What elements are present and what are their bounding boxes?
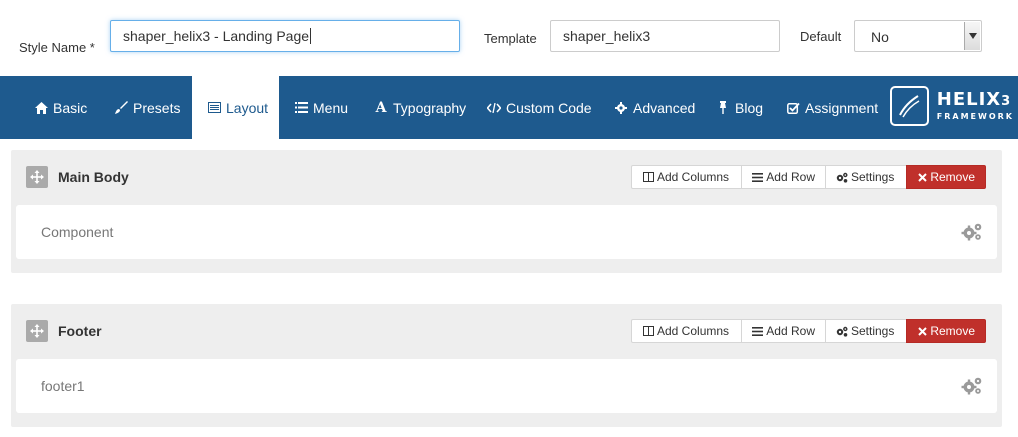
cogs-icon bbox=[836, 325, 848, 337]
tab-custom-code[interactable]: Custom Code bbox=[487, 76, 592, 139]
cog-icon bbox=[614, 101, 628, 115]
add-row-button[interactable]: Add Row bbox=[741, 319, 826, 343]
add-row-label: Add Row bbox=[766, 324, 815, 338]
remove-button[interactable]: Remove bbox=[906, 165, 986, 189]
tab-typography-label: Typography bbox=[393, 99, 467, 116]
tab-presets-label: Presets bbox=[133, 99, 181, 116]
style-name-label: Style Name * bbox=[19, 40, 95, 55]
add-columns-button[interactable]: Add Columns bbox=[631, 165, 742, 189]
tab-custom-code-label: Custom Code bbox=[506, 99, 592, 116]
settings-button[interactable]: Settings bbox=[825, 319, 907, 343]
default-select[interactable]: No bbox=[854, 20, 982, 52]
add-columns-label: Add Columns bbox=[657, 170, 730, 184]
layout-row: footer1 bbox=[16, 359, 997, 413]
pushpin-icon bbox=[716, 101, 730, 115]
tab-basic[interactable]: Basic bbox=[34, 76, 87, 139]
row-label: footer1 bbox=[41, 378, 85, 394]
tab-layout-label: Layout bbox=[226, 99, 269, 116]
paint-brush-icon bbox=[114, 101, 128, 115]
tab-basic-label: Basic bbox=[53, 99, 88, 116]
remove-label: Remove bbox=[930, 170, 975, 184]
template-input[interactable]: shaper_helix3 bbox=[550, 20, 780, 52]
add-columns-label: Add Columns bbox=[657, 324, 730, 338]
section-actions: Add Columns Add Row Settings Remove bbox=[631, 319, 986, 343]
row-settings-cogs-icon[interactable] bbox=[961, 376, 983, 396]
helix-logo: HELIX3 FRAMEWORK bbox=[890, 84, 1014, 128]
tab-blog-label: Blog bbox=[735, 99, 764, 116]
settings-tab-bar: Basic Presets Layout Menu A Typography C… bbox=[0, 76, 1018, 139]
style-name-value: shaper_helix3 - Landing Page bbox=[123, 28, 310, 44]
check-square-icon bbox=[786, 101, 800, 115]
row-settings-cogs-icon[interactable] bbox=[961, 222, 983, 242]
row-label: Component bbox=[41, 224, 114, 240]
remove-button[interactable]: Remove bbox=[906, 319, 986, 343]
font-icon: A bbox=[375, 99, 387, 116]
style-name-input[interactable]: shaper_helix3 - Landing Page bbox=[110, 20, 460, 52]
section-title: Footer bbox=[58, 323, 102, 339]
layout-list-icon bbox=[207, 101, 221, 115]
move-arrows-icon[interactable] bbox=[26, 166, 48, 188]
logo-version: 3 bbox=[1001, 94, 1012, 109]
settings-button[interactable]: Settings bbox=[825, 165, 907, 189]
cogs-icon bbox=[836, 171, 848, 183]
tab-advanced[interactable]: Advanced bbox=[614, 76, 695, 139]
template-label: Template bbox=[484, 31, 537, 46]
add-row-label: Add Row bbox=[766, 170, 815, 184]
tab-typography[interactable]: A Typography bbox=[374, 76, 467, 139]
close-icon bbox=[917, 171, 927, 183]
move-arrows-icon[interactable] bbox=[26, 320, 48, 342]
add-row-button[interactable]: Add Row bbox=[741, 165, 826, 189]
default-label: Default bbox=[800, 29, 842, 44]
tab-menu-label: Menu bbox=[313, 99, 349, 116]
bars-icon bbox=[752, 325, 764, 337]
layout-section-main-body: Main Body Add Columns Add Row Settings R… bbox=[11, 150, 1002, 273]
layout-row: Component bbox=[16, 205, 997, 259]
section-actions: Add Columns Add Row Settings Remove bbox=[631, 165, 986, 189]
tab-blog[interactable]: Blog bbox=[716, 76, 763, 139]
home-icon bbox=[34, 101, 48, 115]
settings-label: Settings bbox=[851, 324, 895, 338]
close-icon bbox=[917, 325, 927, 337]
tab-menu[interactable]: Menu bbox=[294, 76, 348, 139]
code-icon bbox=[487, 101, 501, 115]
section-title: Main Body bbox=[58, 169, 129, 185]
helix-logo-text: HELIX3 FRAMEWORK bbox=[937, 90, 1014, 122]
text-cursor bbox=[310, 28, 312, 44]
add-columns-button[interactable]: Add Columns bbox=[631, 319, 742, 343]
columns-icon bbox=[642, 171, 654, 183]
list-icon bbox=[294, 101, 308, 115]
layout-section-footer: Footer Add Columns Add Row Settings Remo… bbox=[11, 304, 1002, 427]
tab-presets[interactable]: Presets bbox=[114, 76, 180, 139]
columns-icon bbox=[642, 325, 654, 337]
section-header: Main Body Add Columns Add Row Settings R… bbox=[11, 150, 1002, 204]
logo-main-text: HELIX bbox=[936, 89, 1002, 110]
tab-assignment-label: Assignment bbox=[805, 99, 879, 116]
section-header: Footer Add Columns Add Row Settings Remo… bbox=[11, 304, 1002, 358]
tab-advanced-label: Advanced bbox=[633, 99, 696, 116]
tab-layout[interactable]: Layout bbox=[192, 76, 279, 139]
style-form: Style Name * shaper_helix3 - Landing Pag… bbox=[0, 0, 1018, 76]
default-select-value: No bbox=[871, 29, 889, 45]
settings-label: Settings bbox=[851, 170, 895, 184]
helix-logo-mark bbox=[890, 86, 929, 126]
tab-assignment[interactable]: Assignment bbox=[786, 76, 878, 139]
remove-label: Remove bbox=[930, 324, 975, 338]
chevron-down-icon[interactable] bbox=[964, 22, 980, 50]
bars-icon bbox=[752, 171, 764, 183]
logo-sub-text: FRAMEWORK bbox=[936, 112, 1014, 121]
